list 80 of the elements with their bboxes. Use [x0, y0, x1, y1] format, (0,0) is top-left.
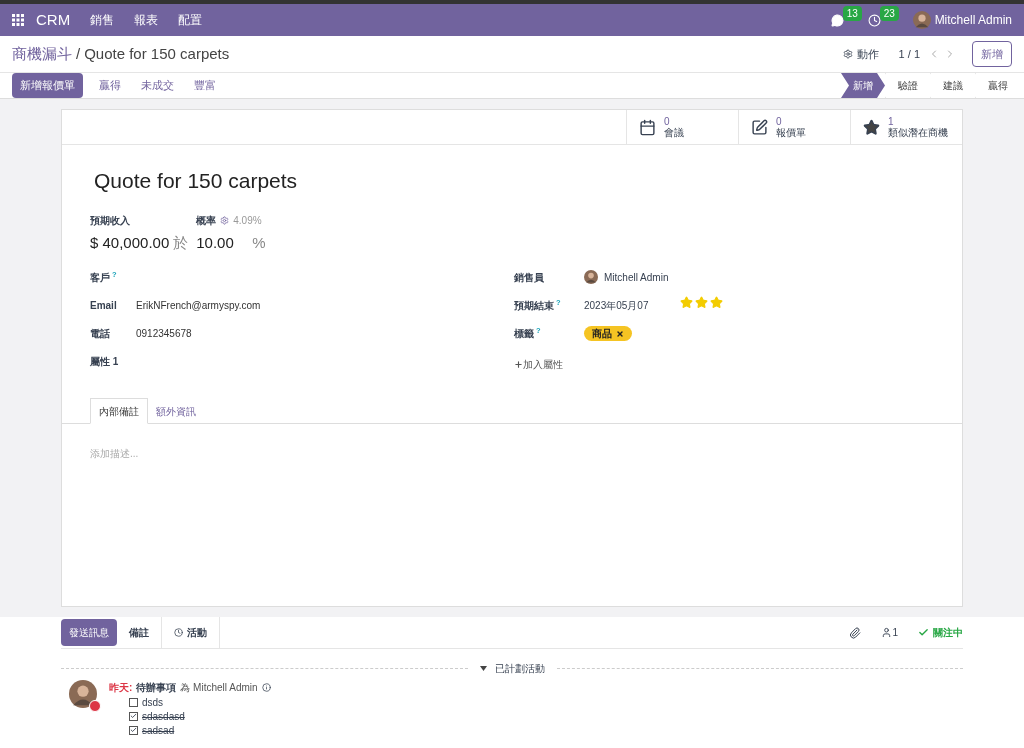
- field-label: 標籤 $^{?}$: [514, 326, 542, 341]
- field-label: 預期結束 $^{?}$: [514, 298, 562, 313]
- automated-probability: 4.09%: [233, 213, 262, 228]
- record-title: Quote for 150 carpets: [94, 168, 299, 194]
- app-name[interactable]: CRM: [36, 8, 71, 32]
- chatter-tab[interactable]: 備註: [117, 617, 162, 648]
- caret-icon: [479, 666, 487, 671]
- field-label: 概率: [196, 213, 217, 228]
- checkbox[interactable]: [129, 725, 138, 735]
- avatar-icon: [912, 11, 931, 29]
- apps-menu-icon[interactable]: [12, 14, 24, 26]
- chatter-tab[interactable]: 活動: [162, 617, 220, 648]
- count-badge: 23: [879, 5, 899, 21]
- stage-step[interactable]: 新增: [841, 73, 885, 98]
- header-link[interactable]: 豐富: [190, 77, 220, 94]
- priority-star-icon[interactable]: [695, 296, 708, 309]
- probability-value[interactable]: 10.00: [196, 231, 253, 254]
- breadcrumb-current: Quote for 150 carpets: [84, 43, 230, 64]
- action-button[interactable]: 動作: [842, 45, 879, 63]
- checklist-item: sdasdasd: [142, 709, 185, 724]
- field-label: 客戶 $^{?}$: [90, 270, 118, 285]
- header-link[interactable]: 贏得: [95, 77, 125, 94]
- followers-button[interactable]: 1: [881, 625, 898, 640]
- checklist-item: dsds: [142, 695, 164, 710]
- menu-item[interactable]: 報表: [134, 11, 159, 29]
- checklist-item: sadsad: [142, 723, 175, 738]
- calendar-icon: [639, 118, 656, 136]
- star-icon: [863, 118, 880, 136]
- plus-icon: [514, 359, 523, 369]
- tag[interactable]: 商品: [584, 326, 632, 341]
- activities-icon[interactable]: [867, 13, 881, 27]
- avatar-icon: [69, 680, 97, 708]
- menu-item[interactable]: 銷售: [90, 11, 115, 29]
- new-button[interactable]: 新增: [972, 40, 1012, 68]
- smart-button[interactable]: 0 報價單: [738, 110, 850, 144]
- field-value[interactable]: 0912345678: [136, 326, 192, 341]
- field-value[interactable]: Mitchell Admin: [604, 270, 669, 285]
- percent-sign: %: [252, 232, 266, 253]
- field-value[interactable]: ErikNFrench@armyspy.com: [136, 298, 261, 313]
- person-icon: [881, 627, 893, 638]
- attachment-icon[interactable]: [849, 626, 862, 639]
- avatar-icon: [584, 270, 598, 284]
- menu-item[interactable]: 配置: [178, 11, 203, 29]
- at-label: 於: [173, 232, 189, 253]
- smart-button[interactable]: 1 類似潛在商機: [850, 110, 962, 144]
- field-label: Email: [90, 299, 118, 313]
- activity-type: 待辦事項: [136, 681, 177, 695]
- messages-icon[interactable]: [830, 13, 844, 27]
- priority-star-icon[interactable]: [710, 296, 723, 309]
- field-label: 銷售員: [514, 271, 545, 285]
- assignee: 為 Mitchell Admin: [180, 681, 258, 695]
- breadcrumb-separator: /: [76, 43, 81, 64]
- todo-badge-icon: [89, 700, 101, 712]
- notebook-tab[interactable]: 內部備註: [90, 398, 148, 424]
- gear-icon: [842, 49, 853, 59]
- field-label: 屬性 1: [90, 355, 120, 369]
- checkbox[interactable]: [129, 711, 138, 721]
- send-message-button[interactable]: 發送訊息: [61, 619, 117, 646]
- pager: 1 / 1: [898, 46, 920, 62]
- breadcrumb-link[interactable]: 商機漏斗: [12, 42, 72, 66]
- clock-icon: [174, 628, 183, 637]
- check-icon: [918, 627, 929, 638]
- notebook-tab[interactable]: 額外資訊: [148, 398, 204, 424]
- planned-activities-toggle[interactable]: 已計劃活動: [467, 661, 557, 676]
- smart-button[interactable]: 0 會議: [626, 110, 738, 144]
- info-icon[interactable]: [261, 683, 271, 692]
- checkbox[interactable]: [129, 697, 138, 707]
- field-label: 預期收入: [90, 213, 131, 228]
- header-link[interactable]: 未成交: [137, 77, 178, 94]
- header-button[interactable]: 新增報價單: [12, 73, 83, 98]
- user-name[interactable]: Mitchell Admin: [934, 11, 1012, 29]
- priority-star-icon[interactable]: [680, 296, 693, 309]
- revenue-value[interactable]: $ 40,000.00: [90, 231, 170, 254]
- field-value[interactable]: 2023年05月07: [584, 298, 680, 313]
- field-label: 電話: [90, 327, 111, 341]
- add-property-button[interactable]: 加入屬性: [514, 354, 934, 374]
- edit-icon: [751, 118, 768, 136]
- count-badge: 13: [842, 5, 862, 21]
- due-label: 昨天:: [109, 681, 133, 695]
- remove-icon[interactable]: [616, 329, 624, 338]
